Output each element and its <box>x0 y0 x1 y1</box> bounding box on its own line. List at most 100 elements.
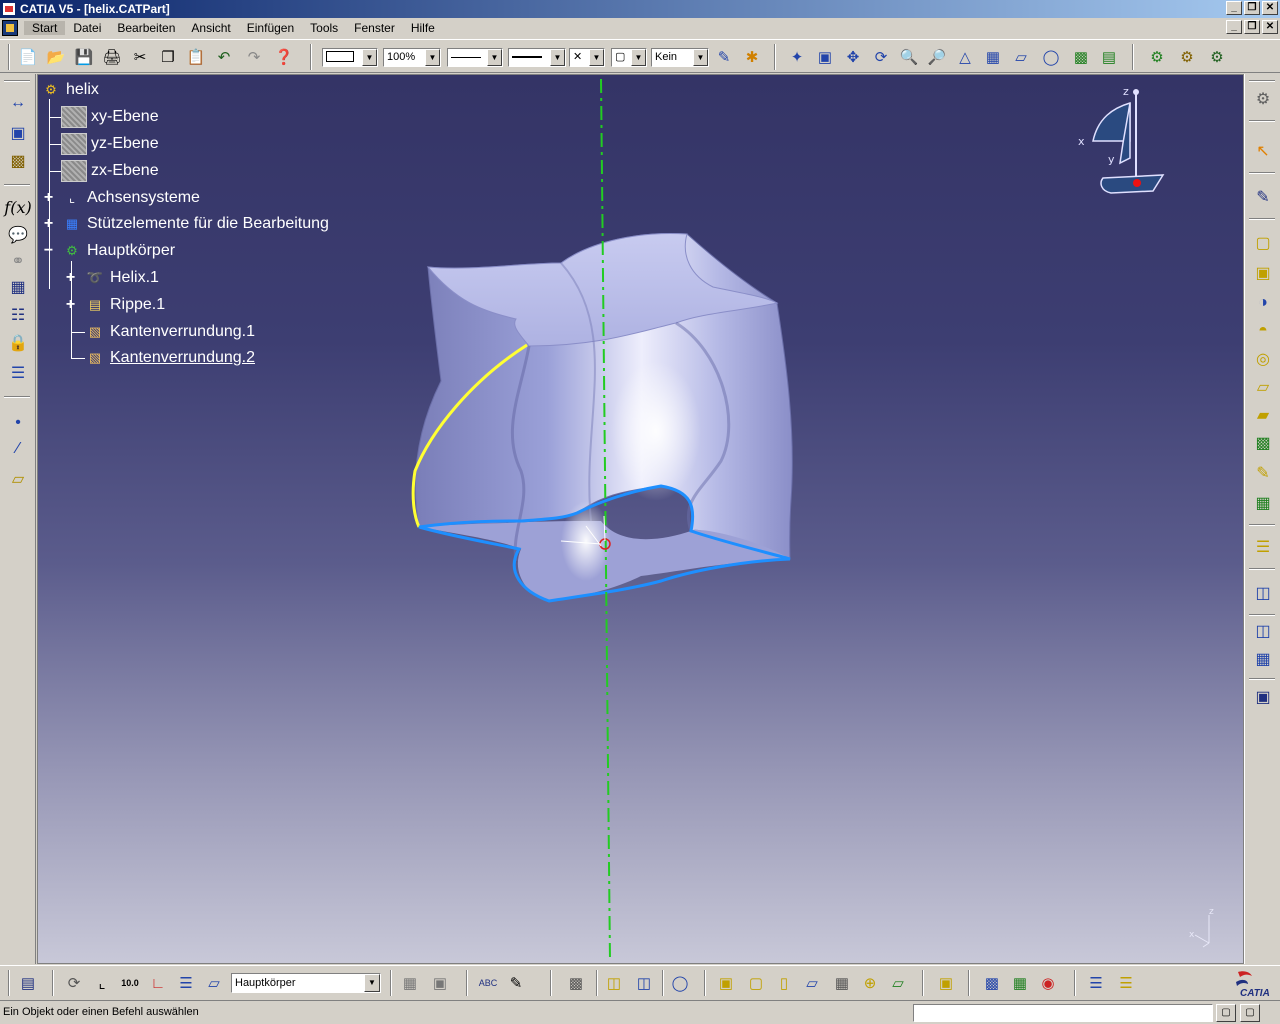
print-icon[interactable]: 🖨 <box>101 47 123 67</box>
line-type-combo[interactable]: ▼ <box>447 48 503 67</box>
stack-icon[interactable]: ☰ <box>174 972 198 994</box>
axis-system-icon[interactable]: ⌞ <box>90 972 114 994</box>
select-icon[interactable]: ↖ <box>1251 140 1275 162</box>
doc-close-button[interactable]: ✕ <box>1262 20 1278 34</box>
update-icon[interactable]: ▤ <box>16 972 40 994</box>
chevron-down-icon[interactable]: ▼ <box>364 974 380 992</box>
intersect-icon[interactable]: ◯ <box>668 972 692 994</box>
scene-icon[interactable]: ☰ <box>1084 972 1108 994</box>
knowledge-icon[interactable]: ⚙ <box>1146 47 1168 67</box>
iso-view-icon[interactable]: ▱ <box>1010 47 1032 67</box>
normal-view-icon[interactable]: △ <box>954 47 976 67</box>
3d-viewport[interactable]: ⚙ helix xy-Ebene yz-Ebene zx-Ebene + ⌞ A… <box>37 74 1244 964</box>
numeric-table-icon[interactable]: 10.0 <box>118 972 142 994</box>
settings-icon[interactable]: ⚙ <box>1251 88 1275 110</box>
undo-with-history-icon[interactable]: ⟳ <box>62 972 86 994</box>
rib-icon[interactable]: ▱ <box>1251 376 1275 398</box>
plane-icon[interactable]: ▱ <box>6 468 30 490</box>
menu-datei[interactable]: Datei <box>65 21 109 35</box>
slot-icon[interactable]: ▰ <box>1251 404 1275 426</box>
stiffener-icon[interactable]: ▩ <box>1251 432 1275 454</box>
tree-node-xy-plane[interactable]: xy-Ebene <box>61 106 159 128</box>
apply-material-icon[interactable]: ▱ <box>886 972 910 994</box>
close-button[interactable]: ✕ <box>1262 1 1278 15</box>
thickness-icon[interactable]: ◫ <box>1251 620 1275 642</box>
tree-node-zx-plane[interactable]: zx-Ebene <box>61 160 159 182</box>
new-icon[interactable]: 📄 <box>17 47 39 67</box>
publish-icon[interactable]: ☰ <box>1114 972 1138 994</box>
copy-icon[interactable]: ❐ <box>157 47 179 67</box>
measure-between-icon[interactable]: ↔ <box>6 92 30 114</box>
3d-annotation-icon[interactable]: ▣ <box>428 972 452 994</box>
hole-icon[interactable]: ◎ <box>1251 348 1275 370</box>
menu-start[interactable]: Start <box>24 21 66 35</box>
split-icon[interactable]: ▢ <box>744 972 768 994</box>
cut-icon[interactable]: ✂ <box>129 47 151 67</box>
painter-icon[interactable]: ✎ <box>713 47 735 67</box>
multi-view-icon[interactable]: ▦ <box>982 47 1004 67</box>
tree-node-root[interactable]: ⚙ helix <box>40 79 99 101</box>
chevron-down-icon[interactable]: ▼ <box>362 49 377 66</box>
chevron-down-icon[interactable]: ▼ <box>589 49 604 66</box>
menu-tools[interactable]: Tools <box>302 21 346 35</box>
add-icon[interactable]: ◫ <box>602 972 626 994</box>
chevron-down-icon[interactable]: ▼ <box>487 49 502 66</box>
pad-icon[interactable]: ▢ <box>1251 232 1275 254</box>
link-icon[interactable]: ⚭ <box>6 250 30 272</box>
measure-item-icon[interactable]: ▣ <box>6 122 30 144</box>
doc-restore-button[interactable]: ❐ <box>1244 20 1260 34</box>
save-icon[interactable]: 💾 <box>73 47 95 67</box>
curvature-icon[interactable]: ▦ <box>1008 972 1032 994</box>
target-icon[interactable]: ⊕ <box>858 972 882 994</box>
draft-analysis-icon[interactable]: ▩ <box>980 972 1004 994</box>
tree-node-rib[interactable]: ▤ Rippe.1 <box>84 294 165 316</box>
tree-node-axis-systems[interactable]: ⌞ Achsensysteme <box>61 187 200 209</box>
measure-inertia-icon[interactable]: ▩ <box>6 150 30 172</box>
maximize-button[interactable]: ❐ <box>1244 1 1260 15</box>
catalog-icon[interactable]: ☰ <box>6 362 30 384</box>
minimize-button[interactable]: _ <box>1226 1 1242 15</box>
solid-icon[interactable]: ▣ <box>714 972 738 994</box>
design-table-icon[interactable]: ☷ <box>6 304 30 326</box>
formula-icon[interactable]: ⚙ <box>1176 47 1198 67</box>
compass[interactable]: z x y <box>1073 83 1173 198</box>
layer-combo[interactable]: Kein ▼ <box>651 48 709 67</box>
lock-icon[interactable]: 🔒 <box>6 332 30 354</box>
chevron-down-icon[interactable]: ▼ <box>550 49 565 66</box>
expand-icon[interactable]: + <box>64 270 77 286</box>
undo-icon[interactable]: ↶ <box>213 47 235 67</box>
tree-node-main-body[interactable]: ⚙ Hauptkörper <box>61 240 175 262</box>
groove-icon[interactable]: ◓ <box>1251 320 1275 342</box>
document-icon[interactable] <box>2 20 18 36</box>
redo-icon[interactable]: ↷ <box>243 47 265 67</box>
text-icon[interactable]: ABC <box>476 972 500 994</box>
tree-node-construction-elements[interactable]: ▦ Stützelemente für die Bearbeitung <box>61 213 329 235</box>
menu-fenster[interactable]: Fenster <box>346 21 403 35</box>
part-scene[interactable] <box>38 75 1244 964</box>
shading-icon[interactable]: ◯ <box>1040 47 1062 67</box>
table-icon[interactable]: ▦ <box>6 276 30 298</box>
fly-mode-icon[interactable]: ✦ <box>786 47 808 67</box>
collapse-icon[interactable]: − <box>42 243 55 259</box>
rotate-icon[interactable]: ⟳ <box>870 47 892 67</box>
fillet-icon[interactable]: ▦ <box>1251 492 1275 514</box>
properties-icon[interactable]: ✱ <box>741 47 763 67</box>
analysis-icon[interactable]: ▣ <box>934 972 958 994</box>
comment-icon[interactable]: 💬 <box>6 224 30 246</box>
command-history-button[interactable]: ▢ <box>1216 1004 1236 1022</box>
paste-icon[interactable]: 📋 <box>185 47 207 67</box>
loft-icon[interactable]: ✎ <box>1251 462 1275 484</box>
tree-node-helix[interactable]: ➰ Helix.1 <box>84 267 159 289</box>
remove-icon[interactable]: ◫ <box>632 972 656 994</box>
body-icon[interactable]: ▱ <box>202 972 226 994</box>
tree-node-yz-plane[interactable]: yz-Ebene <box>61 133 159 155</box>
boolean-icon[interactable]: ▩ <box>564 972 588 994</box>
measure-icon[interactable]: ✎ <box>504 972 528 994</box>
expand-icon[interactable]: + <box>64 297 77 313</box>
fill-color-combo[interactable]: ▼ <box>322 48 378 67</box>
scale-icon[interactable]: ▣ <box>1251 686 1275 708</box>
menu-einfuegen[interactable]: Einfügen <box>239 21 302 35</box>
sketch-icon[interactable]: ✎ <box>1251 186 1275 208</box>
hide-show-icon[interactable]: ▩ <box>1070 47 1092 67</box>
view-icon[interactable]: ▦ <box>398 972 422 994</box>
